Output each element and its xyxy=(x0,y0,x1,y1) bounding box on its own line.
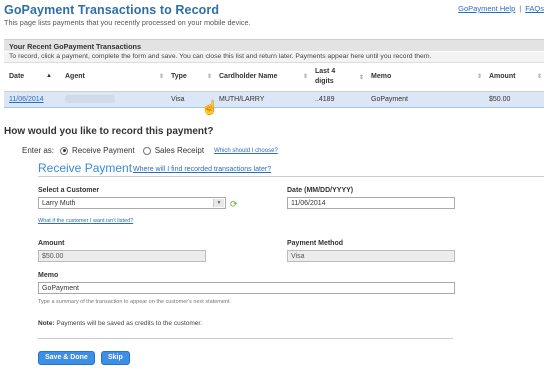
enter-as-group: Enter as: Receive Payment Sales Receipt … xyxy=(22,146,278,155)
link-separator: | xyxy=(519,4,522,13)
receive-payment-title: Receive Payment xyxy=(38,161,133,175)
row-amount: $50.00 xyxy=(484,90,544,108)
memo-label: Memo xyxy=(38,272,59,279)
receive-payment-radio[interactable] xyxy=(60,146,69,155)
row-date[interactable]: 11/06/2014 xyxy=(4,90,60,108)
page-header: GoPayment Transactions to Record This pa… xyxy=(4,3,251,27)
column-agent[interactable]: Agent ⇕ xyxy=(60,63,166,92)
memo-hint: Type a summary of the transaction to app… xyxy=(38,299,232,305)
which-should-i-choose-link[interactable]: Which should I choose? xyxy=(214,148,278,154)
sort-icon: ⇕ xyxy=(158,74,164,80)
sales-receipt-radio[interactable] xyxy=(142,146,151,155)
column-last4[interactable]: Last 4 digits ⇕ xyxy=(310,63,366,92)
sort-icon: ⇕ xyxy=(476,74,482,80)
column-cardholder[interactable]: Cardholder Name ⇕ xyxy=(214,63,310,92)
receive-payment-label[interactable]: Receive Payment xyxy=(72,146,135,155)
save-and-done-button[interactable]: Save & Done xyxy=(38,351,95,365)
column-amount[interactable]: Amount ⇕ xyxy=(484,63,544,92)
date-label: Date (MM/DD/YYYY) xyxy=(287,187,354,194)
transactions-table: Date ▲ Agent ⇕ Type ⇕ Cardholder Name ⇕ Las… xyxy=(4,63,544,108)
refresh-icon[interactable]: ⟳ xyxy=(230,199,238,210)
sort-icon: ⇕ xyxy=(302,74,308,80)
row-cardholder: MUTH/LARRY xyxy=(214,90,310,108)
amount-label: Amount xyxy=(38,240,65,247)
payment-method-field: Visa xyxy=(287,250,455,262)
table-row[interactable]: 11/06/2014 Visa MUTH/LARRY ..4189 GoPaym… xyxy=(4,90,544,108)
sort-icon: ⇕ xyxy=(536,74,542,80)
sort-icon: ⇕ xyxy=(358,75,364,81)
date-input[interactable]: 11/06/2014 xyxy=(287,197,455,209)
section-divider xyxy=(38,176,544,177)
customer-not-listed-link[interactable]: What if the customer I want isn't listed… xyxy=(38,218,133,224)
page-subtitle: This page lists payments that you recent… xyxy=(4,18,251,27)
customer-select[interactable]: Larry Muth ▼ xyxy=(38,197,226,209)
memo-input[interactable]: GoPayment xyxy=(38,282,455,294)
top-links: GoPayment Help | FAQs xyxy=(458,4,544,13)
transactions-instruction: To record, click a payment, complete the… xyxy=(4,52,544,63)
faqs-link[interactable]: FAQs xyxy=(525,4,544,13)
column-date[interactable]: Date ▲ xyxy=(4,63,60,92)
sales-receipt-label[interactable]: Sales Receipt xyxy=(155,146,204,155)
where-find-transactions-link[interactable]: Where will I find recorded transactions … xyxy=(133,166,271,173)
amount-field: $50.00 xyxy=(38,250,206,262)
chevron-down-icon[interactable]: ▼ xyxy=(213,199,224,207)
row-agent xyxy=(60,90,166,108)
customer-label: Select a Customer xyxy=(38,187,100,194)
hand-pointer-icon: ☝ xyxy=(201,99,219,115)
redacted-agent xyxy=(65,95,115,103)
page-title: GoPayment Transactions to Record xyxy=(4,3,220,17)
sort-asc-icon: ▲ xyxy=(46,73,52,79)
row-memo: GoPayment xyxy=(366,90,484,108)
skip-button[interactable]: Skip xyxy=(101,351,130,365)
enter-as-label: Enter as: xyxy=(22,146,55,155)
record-question: How would you like to record this paymen… xyxy=(4,126,214,137)
column-type[interactable]: Type ⇕ xyxy=(166,63,214,92)
payment-method-label: Payment Method xyxy=(287,240,344,247)
column-memo[interactable]: Memo ⇕ xyxy=(366,63,484,92)
table-header-row: Date ▲ Agent ⇕ Type ⇕ Cardholder Name ⇕ Las… xyxy=(4,63,544,92)
sort-icon: ⇕ xyxy=(206,74,212,80)
footer-divider xyxy=(38,338,453,339)
row-last4: ..4189 xyxy=(310,90,366,108)
gopayment-help-link[interactable]: GoPayment Help xyxy=(458,4,515,13)
transactions-panel-title: Your Recent GoPayment Transactions xyxy=(4,39,544,51)
credit-note: Note: Payments will be saved as credits … xyxy=(38,320,203,327)
